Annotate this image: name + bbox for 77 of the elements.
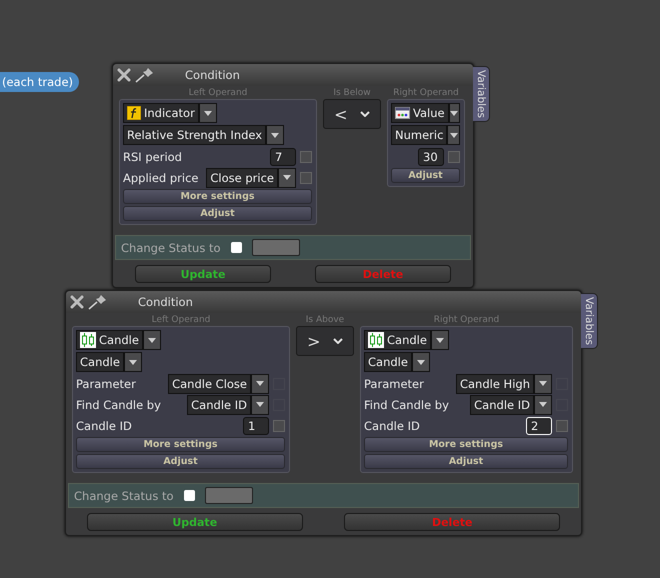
operator-dropdown[interactable]: > [296,326,354,356]
status-field[interactable] [252,239,300,256]
operand-heading: Left Operand [150,315,212,326]
settings-button[interactable]: Adjust [391,168,460,183]
caret-icon [539,402,547,407]
param-label: Applied price [123,170,200,184]
settings-button[interactable]: More settings [364,437,568,452]
param-dropdown[interactable]: Close price [206,168,278,188]
param-checkbox[interactable] [273,420,285,432]
window-title: Condition [138,295,193,309]
number-field[interactable]: 2 [526,416,552,434]
caret-icon [148,338,156,342]
caret-icon [539,381,547,386]
number-field[interactable]: 1 [243,416,269,434]
caret-icon [256,381,264,386]
variables-tab[interactable]: Variables [581,293,598,349]
param-label: Find Candle by [76,398,162,412]
operand-heading: Left Operand [188,88,248,99]
param-label: Find Candle by [364,398,450,412]
chevron-icon [360,111,370,117]
param-label: RSI period [123,150,183,164]
caret-icon [271,132,280,138]
type-dropdown[interactable]: Candle [364,352,412,372]
param-checkbox[interactable] [300,150,312,162]
operator-dropdown[interactable]: < [323,99,381,129]
status-label: Change Status to [121,240,221,254]
caret-icon [256,402,264,407]
operand-heading: Right Operand [432,315,500,326]
param-label: Parameter [364,376,425,390]
type-dropdown[interactable]: Numeric [391,125,448,145]
settings-button[interactable]: More settings [76,437,285,452]
number-field[interactable]: 7 [270,148,296,166]
chevron-icon [332,338,343,344]
pin-icon[interactable] [135,67,155,83]
update-button[interactable]: Update [86,513,303,531]
status-checkbox[interactable] [230,242,242,253]
caret-icon [450,110,458,116]
status-checkbox[interactable] [184,490,195,501]
type-dropdown[interactable]: Candle [76,352,124,372]
candlestick-icon [368,332,384,348]
operand-heading: Right Operand [392,88,460,99]
param-label: Candle ID [76,418,133,432]
variables-tab[interactable]: Variables [473,66,490,122]
source-dropdown[interactable]: Candle [76,330,143,350]
status-label: Change Status to [74,488,174,502]
type-dropdown[interactable]: Relative Strength Index [123,125,266,145]
trade-tag[interactable]: (each trade) [0,72,80,92]
param-checkbox[interactable] [300,172,312,184]
pin-icon[interactable] [88,294,108,310]
operator-heading: Is Above [304,315,346,326]
settings-button[interactable]: Adjust [76,454,285,469]
caret-icon [128,360,137,364]
candlestick-icon [80,332,96,348]
caret-icon [450,132,458,138]
source-dropdown[interactable]: Candle [364,330,431,350]
close-icon[interactable] [70,295,84,309]
param-label: Candle ID [364,418,421,432]
caret-icon [283,175,291,180]
window-title: Condition [185,68,240,82]
status-field[interactable] [204,487,253,504]
caret-icon [436,338,444,342]
operator-heading: Is Below [332,88,372,99]
param-label: Parameter [76,376,137,390]
settings-button[interactable]: Adjust [364,454,568,469]
window-icon [395,107,410,119]
source-dropdown[interactable]: Indicator [123,103,199,123]
update-button[interactable]: Update [135,265,271,283]
function-icon [127,106,141,120]
caret-icon [416,360,425,364]
settings-button[interactable]: More settings [123,189,312,204]
number-field[interactable]: 30 [418,148,444,166]
param-checkbox[interactable] [556,420,568,432]
caret-icon [204,110,212,116]
param-checkbox[interactable] [448,150,460,162]
settings-button[interactable]: Adjust [123,206,312,221]
close-icon[interactable] [117,68,131,82]
source-dropdown[interactable]: Value [391,103,449,123]
